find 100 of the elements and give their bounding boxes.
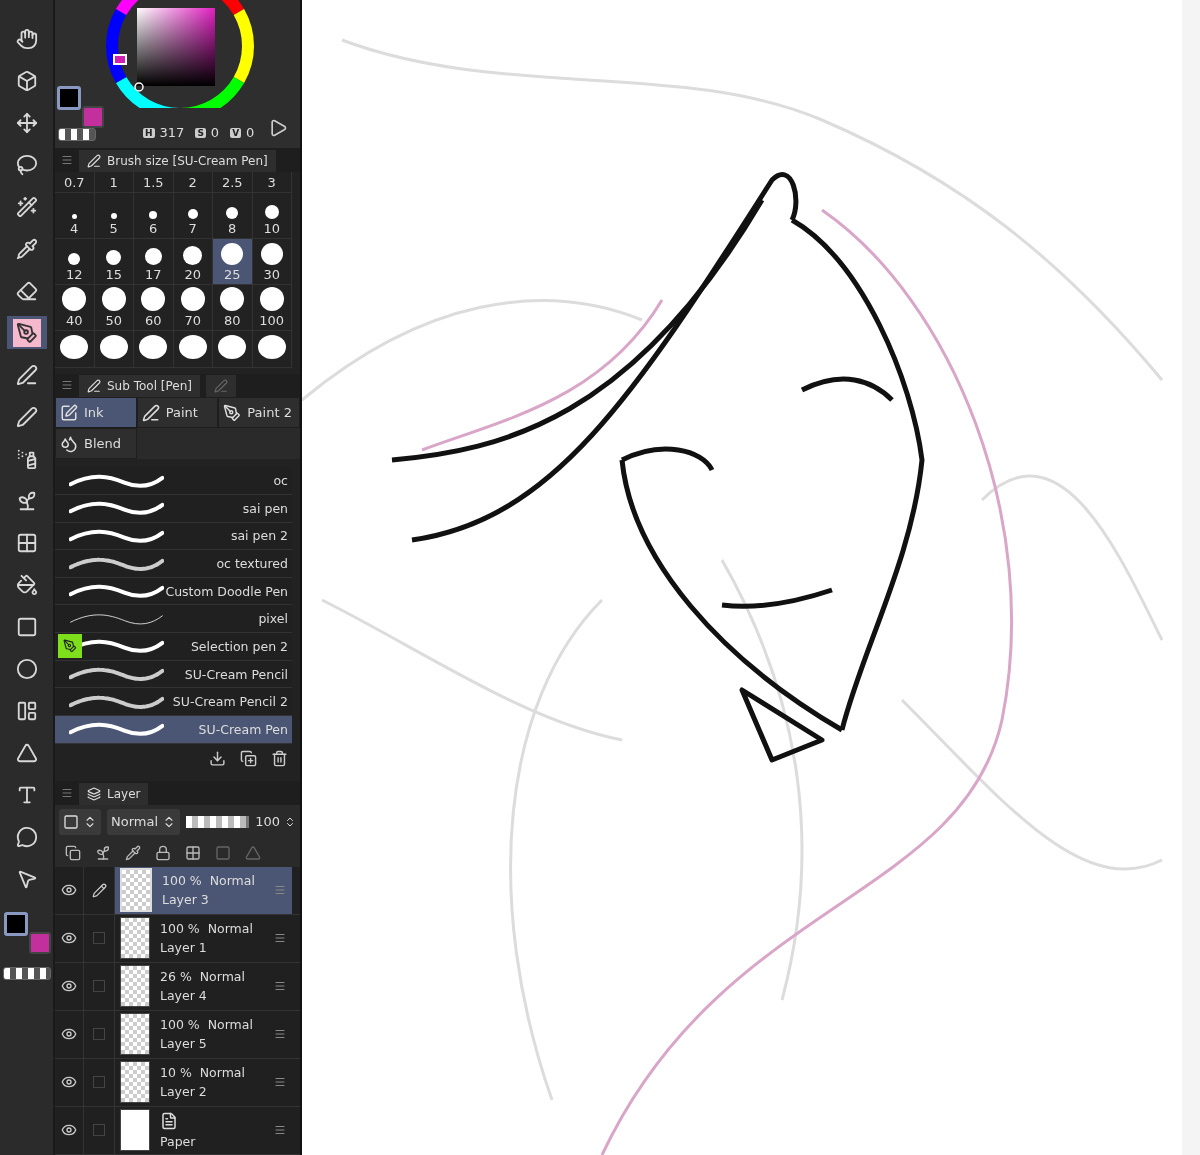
brush-tip-icon [106, 249, 122, 265]
menu-icon[interactable] [274, 1076, 286, 1088]
brush-size-option[interactable]: 100 [252, 284, 292, 331]
layer-name: Paper [160, 1134, 196, 1149]
brush-size-option[interactable]: 80 [213, 284, 253, 331]
brush-size-option[interactable]: 15 [94, 238, 134, 285]
square-icon [63, 814, 79, 830]
checkbox[interactable] [93, 1124, 105, 1137]
layer-item[interactable]: Paper [115, 1107, 292, 1154]
brush-size-option[interactable]: 4 [55, 192, 95, 239]
tool-group-tab[interactable]: Ink [55, 397, 137, 429]
brush-size-option[interactable]: 12 [55, 238, 95, 285]
checkbox[interactable] [93, 932, 105, 945]
droplets-icon [60, 434, 78, 453]
layer-row[interactable]: 100 % Normal Layer 5 [55, 1011, 300, 1059]
brush-size-option[interactable]: 1.5 [134, 171, 174, 193]
brush-size-option[interactable]: 3 [252, 171, 292, 193]
layer-row[interactable]: Paper [55, 1107, 300, 1155]
layer-row[interactable]: 10 % Normal Layer 2 [55, 1059, 300, 1107]
layer-row[interactable]: 100 % Normal Layer 3 [55, 867, 300, 915]
layout-icon [15, 699, 38, 722]
layer-item[interactable]: 26 % Normal Layer 4 [115, 963, 292, 1010]
brush-size-option[interactable]: 7 [173, 192, 213, 239]
brush-size-option[interactable]: 8 [213, 192, 253, 239]
brush-size-option[interactable]: 70 [173, 284, 213, 331]
brush-size-option[interactable] [213, 330, 253, 368]
download-icon[interactable] [209, 750, 226, 767]
hand-icon [15, 27, 38, 50]
brush-size-option[interactable]: 0.7 [55, 171, 95, 193]
menu-icon[interactable] [274, 1028, 286, 1040]
pencil-icon[interactable] [91, 883, 107, 898]
blend-mode-select[interactable]: Normal [107, 809, 181, 835]
sub-color-swatch[interactable] [82, 106, 104, 128]
menu-icon[interactable] [61, 379, 73, 392]
brush-tip-icon [218, 334, 247, 359]
brush-size-option[interactable]: 17 [134, 238, 174, 285]
brush-size-option[interactable]: 5 [94, 192, 134, 239]
delete-icon[interactable] [271, 750, 288, 767]
menu-icon[interactable] [274, 932, 286, 944]
pencil-icon [15, 363, 38, 386]
brush-tip-icon [226, 206, 239, 219]
brush-list-item[interactable]: Selection pen 2 [55, 633, 292, 661]
brush-size-option[interactable] [94, 330, 134, 368]
transparent-color-swatch[interactable] [58, 128, 96, 141]
checkbox[interactable] [93, 980, 105, 993]
brush-size-option[interactable] [55, 330, 95, 368]
layer-row[interactable]: 100 % Normal Layer 1 [55, 915, 300, 963]
layer-color-select[interactable] [59, 809, 101, 835]
layer-item[interactable]: 100 % Normal Layer 5 [115, 1011, 292, 1058]
brush-size-option[interactable]: 6 [134, 192, 174, 239]
brush-size-option[interactable]: 2 [173, 171, 213, 193]
brush-size-option[interactable] [173, 330, 213, 368]
brush-size-option[interactable] [252, 330, 292, 368]
pen-tool-button[interactable] [6, 316, 47, 349]
brush-tip-icon [183, 245, 203, 265]
brush-size-option[interactable]: 60 [134, 284, 174, 331]
brush-size-option[interactable]: 25 [213, 238, 253, 285]
checkbox[interactable] [93, 1028, 105, 1041]
tool-group-tab[interactable]: Paint 2 [218, 397, 300, 429]
tool-group-tab[interactable]: Blend [55, 428, 137, 460]
transparent-color-swatch[interactable] [2, 967, 51, 980]
tool-group-tab[interactable]: Paint [136, 397, 219, 429]
panel-tab[interactable]: Layer [79, 783, 149, 805]
menu-icon[interactable] [61, 787, 73, 799]
main-color-swatch[interactable] [57, 86, 81, 110]
main-color-swatch[interactable] [3, 912, 28, 936]
play-icon[interactable] [268, 118, 288, 138]
brush-size-option[interactable]: 2.5 [213, 171, 253, 193]
opacity-slider[interactable] [186, 816, 250, 828]
sub-color-swatch[interactable] [28, 932, 51, 954]
brush-size-option[interactable]: 30 [252, 238, 292, 285]
brush-tip-icon [62, 286, 87, 311]
lock-icon[interactable] [155, 845, 171, 861]
hue-value: 317 [159, 125, 185, 140]
brush-size-option[interactable]: 10 [252, 192, 292, 239]
layer-item[interactable]: 10 % Normal Layer 2 [115, 1059, 292, 1106]
pen-nib-icon [15, 321, 38, 344]
saturation-value: 0 [210, 125, 220, 140]
brush-size-option[interactable]: 1 [94, 171, 134, 193]
brush-list-item[interactable]: SU-Cream Pen [55, 716, 292, 744]
layer-opacity-mode: 100 % Normal [160, 921, 253, 937]
panel-tab[interactable]: Brush size [SU-Cream Pen] [79, 149, 276, 172]
layer-item[interactable]: 100 % Normal Layer 1 [115, 915, 292, 962]
pencil-icon [141, 403, 160, 422]
brush-tip-icon [71, 213, 77, 219]
checkbox[interactable] [93, 1076, 105, 1089]
opacity-value[interactable]: 100 [255, 809, 296, 835]
brush-tip-icon [149, 210, 158, 219]
menu-icon[interactable] [274, 980, 286, 992]
layer-row[interactable]: 26 % Normal Layer 4 [55, 963, 300, 1011]
menu-icon[interactable] [61, 153, 73, 166]
pencil-icon [87, 379, 101, 394]
duplicate-icon[interactable] [240, 750, 257, 767]
panel-tab[interactable]: Sub Tool [Pen] [79, 375, 200, 398]
layer-item[interactable]: 100 % Normal Layer 3 [115, 867, 292, 914]
brush-size-option[interactable] [134, 330, 174, 368]
brush-size-option[interactable]: 50 [94, 284, 134, 331]
brush-size-option[interactable]: 40 [55, 284, 95, 331]
panel-tab[interactable] [205, 375, 236, 398]
menu-icon[interactable] [274, 1124, 286, 1136]
